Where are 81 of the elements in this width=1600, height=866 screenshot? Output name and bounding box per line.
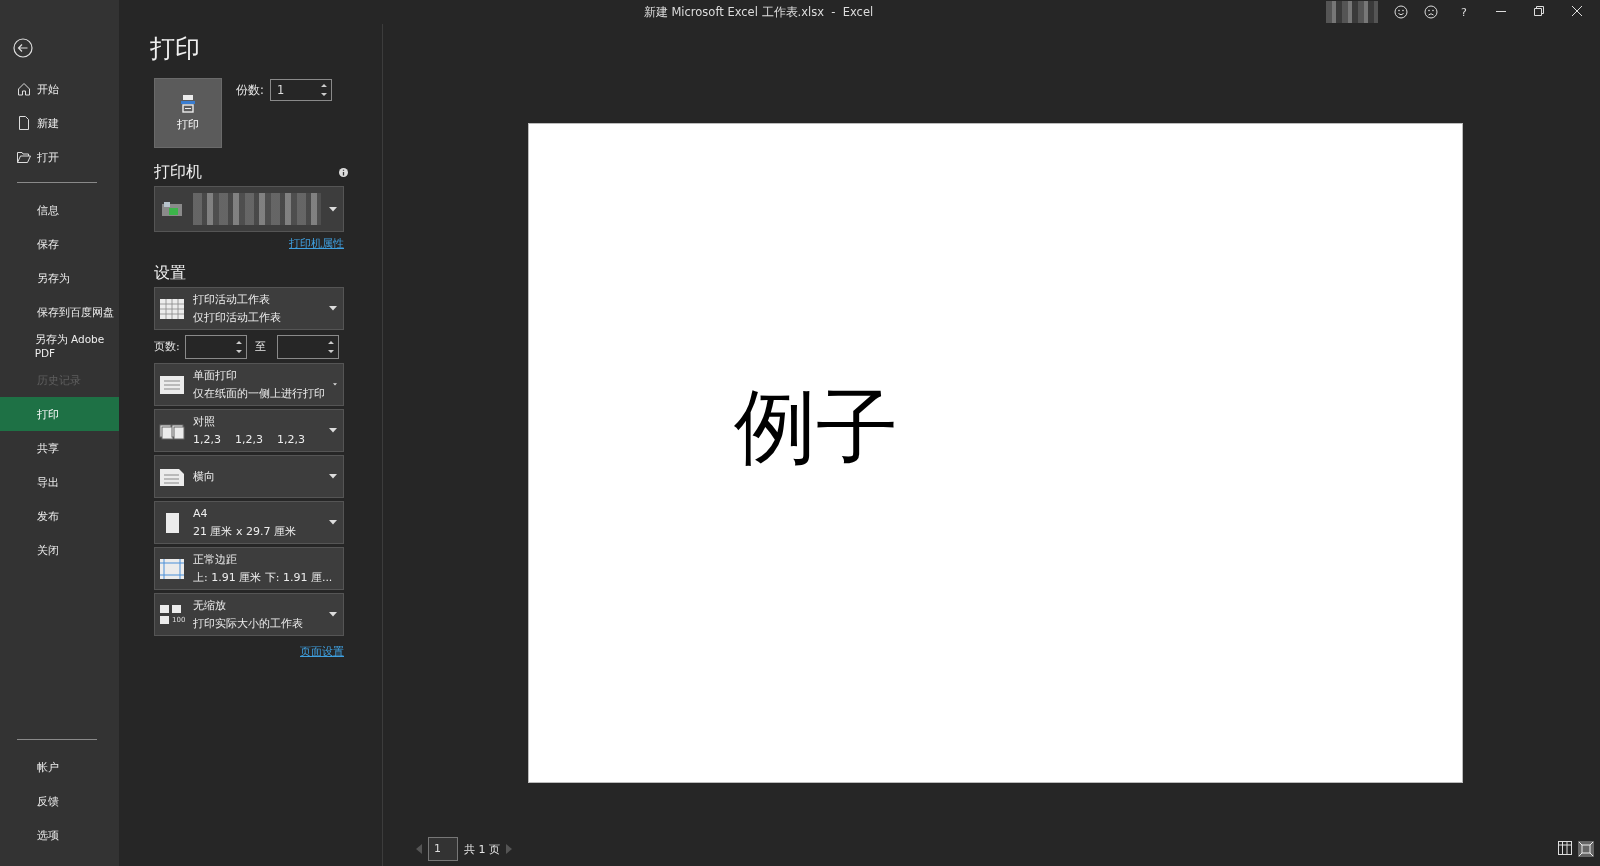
spinner-arrows-icon — [320, 82, 327, 98]
sidebar-item[interactable]: 发布 — [0, 499, 119, 533]
setting-subtitle: 1,2,3 1,2,3 1,2,3 — [193, 432, 306, 447]
caret-icon — [329, 428, 337, 433]
restore-icon — [1534, 6, 1544, 16]
sheet-grid-icon — [159, 297, 185, 320]
sidebar-item[interactable]: 信息 — [0, 193, 119, 227]
setting-dropdown[interactable]: 单面打印 仅在纸面的一侧上进行打印 — [154, 363, 344, 406]
printer-status-icon — [161, 200, 185, 218]
printer-icon — [181, 94, 195, 113]
sidebar-item[interactable]: 打印 — [0, 397, 119, 431]
caret-icon — [329, 520, 337, 525]
avatar-placeholder — [1326, 1, 1378, 23]
frown-icon — [1424, 5, 1438, 19]
sidebar-item[interactable]: 保存 — [0, 227, 119, 261]
setting-title: 单面打印 — [193, 368, 238, 383]
sidebar-item[interactable]: 导出 — [0, 465, 119, 499]
sidebar-item[interactable]: 开始 — [0, 72, 119, 106]
setting-subtitle: 仅在纸面的一侧上进行打印 — [193, 386, 325, 401]
next-page-icon — [506, 844, 512, 854]
sidebar-item[interactable]: 另存为 — [0, 261, 119, 295]
smiley-icon — [1394, 5, 1408, 19]
preview-text: 例子 — [733, 382, 898, 472]
pages-label: 页数: — [154, 339, 180, 354]
copies-label: 份数: — [236, 82, 264, 98]
close-icon — [1572, 6, 1582, 16]
margins-icon — [159, 557, 185, 580]
setting-title: 无缩放 — [193, 598, 227, 613]
settings-heading: 设置 — [154, 263, 186, 283]
sidebar-item[interactable]: 关闭 — [0, 533, 119, 567]
sidebar-item[interactable]: 新建 — [0, 106, 119, 140]
to-label: 至 — [254, 339, 266, 354]
copies-field[interactable]: 1 — [269, 79, 332, 101]
page-setup-link[interactable]: 页面设置 — [300, 645, 344, 658]
setting-title: 横向 — [193, 469, 216, 484]
setting-dropdown[interactable]: 横向 — [154, 455, 344, 498]
setting-title: 正常边距 — [193, 552, 238, 567]
setting-subtitle: 21 厘米 x 29.7 厘米 — [193, 524, 297, 539]
setting-title: A4 — [193, 506, 209, 521]
setting-dropdown[interactable]: 对照 1,2,3 1,2,3 1,2,3 — [154, 409, 344, 452]
caret-icon — [329, 474, 337, 479]
printer-dropdown[interactable] — [154, 186, 344, 232]
back-icon — [13, 38, 33, 58]
sidebar-item[interactable]: 帐户 — [0, 750, 119, 784]
setting-dropdown[interactable]: 正常边距 上: 1.91 厘米 下: 1.91 厘... — [154, 547, 344, 590]
printer-heading: 打印机 — [154, 162, 202, 182]
home-icon — [17, 82, 31, 96]
print-button[interactable]: 打印 — [154, 78, 222, 148]
spinner-arrows-icon — [327, 338, 334, 355]
spinner-arrows-icon — [235, 338, 242, 355]
caret-icon — [329, 612, 337, 617]
normal-view-icon — [1558, 841, 1572, 855]
setting-title: 对照 — [193, 414, 216, 429]
setting-dropdown[interactable]: A4 21 厘米 x 29.7 厘米 — [154, 501, 344, 544]
sidebar-item[interactable]: 反馈 — [0, 784, 119, 818]
folder-icon — [17, 150, 31, 164]
page-lines-icon — [159, 373, 185, 396]
sidebar-item[interactable]: 选项 — [0, 818, 119, 852]
setting-subtitle: 打印实际大小的工作表 — [193, 616, 304, 631]
window-title: 新建 Microsoft Excel 工作表.xlsx - Excel — [642, 4, 875, 20]
sidebar-item[interactable]: 共享 — [0, 431, 119, 465]
help-button[interactable]: ? — [1454, 5, 1474, 19]
zoom-to-page-icon — [1578, 841, 1594, 857]
page-number-field[interactable]: 1 — [428, 837, 458, 861]
setting-subtitle: 上: 1.91 厘米 下: 1.91 厘... — [193, 570, 333, 585]
page-title: 打印 — [150, 34, 200, 64]
sidebar-item[interactable]: 打开 — [0, 140, 119, 174]
page-count: 共 1 页 — [464, 841, 500, 857]
caret-icon — [329, 306, 337, 311]
page-to-field[interactable] — [276, 334, 339, 359]
document-icon — [17, 116, 31, 130]
sidebar-item[interactable]: 另存为 Adobe PDF — [0, 329, 119, 363]
info-icon — [339, 167, 348, 177]
sidebar-item[interactable]: 保存到百度网盘 — [0, 295, 119, 329]
page-from-field[interactable] — [184, 334, 247, 359]
prev-page-icon — [416, 844, 422, 854]
setting-title: 打印活动工作表 — [193, 292, 271, 307]
setting-dropdown[interactable]: 打印活动工作表 仅打印活动工作表 — [154, 287, 344, 330]
setting-subtitle: 仅打印活动工作表 — [193, 310, 282, 325]
caret-icon — [329, 206, 337, 212]
printer-properties-link[interactable]: 打印机属性 — [289, 237, 344, 250]
